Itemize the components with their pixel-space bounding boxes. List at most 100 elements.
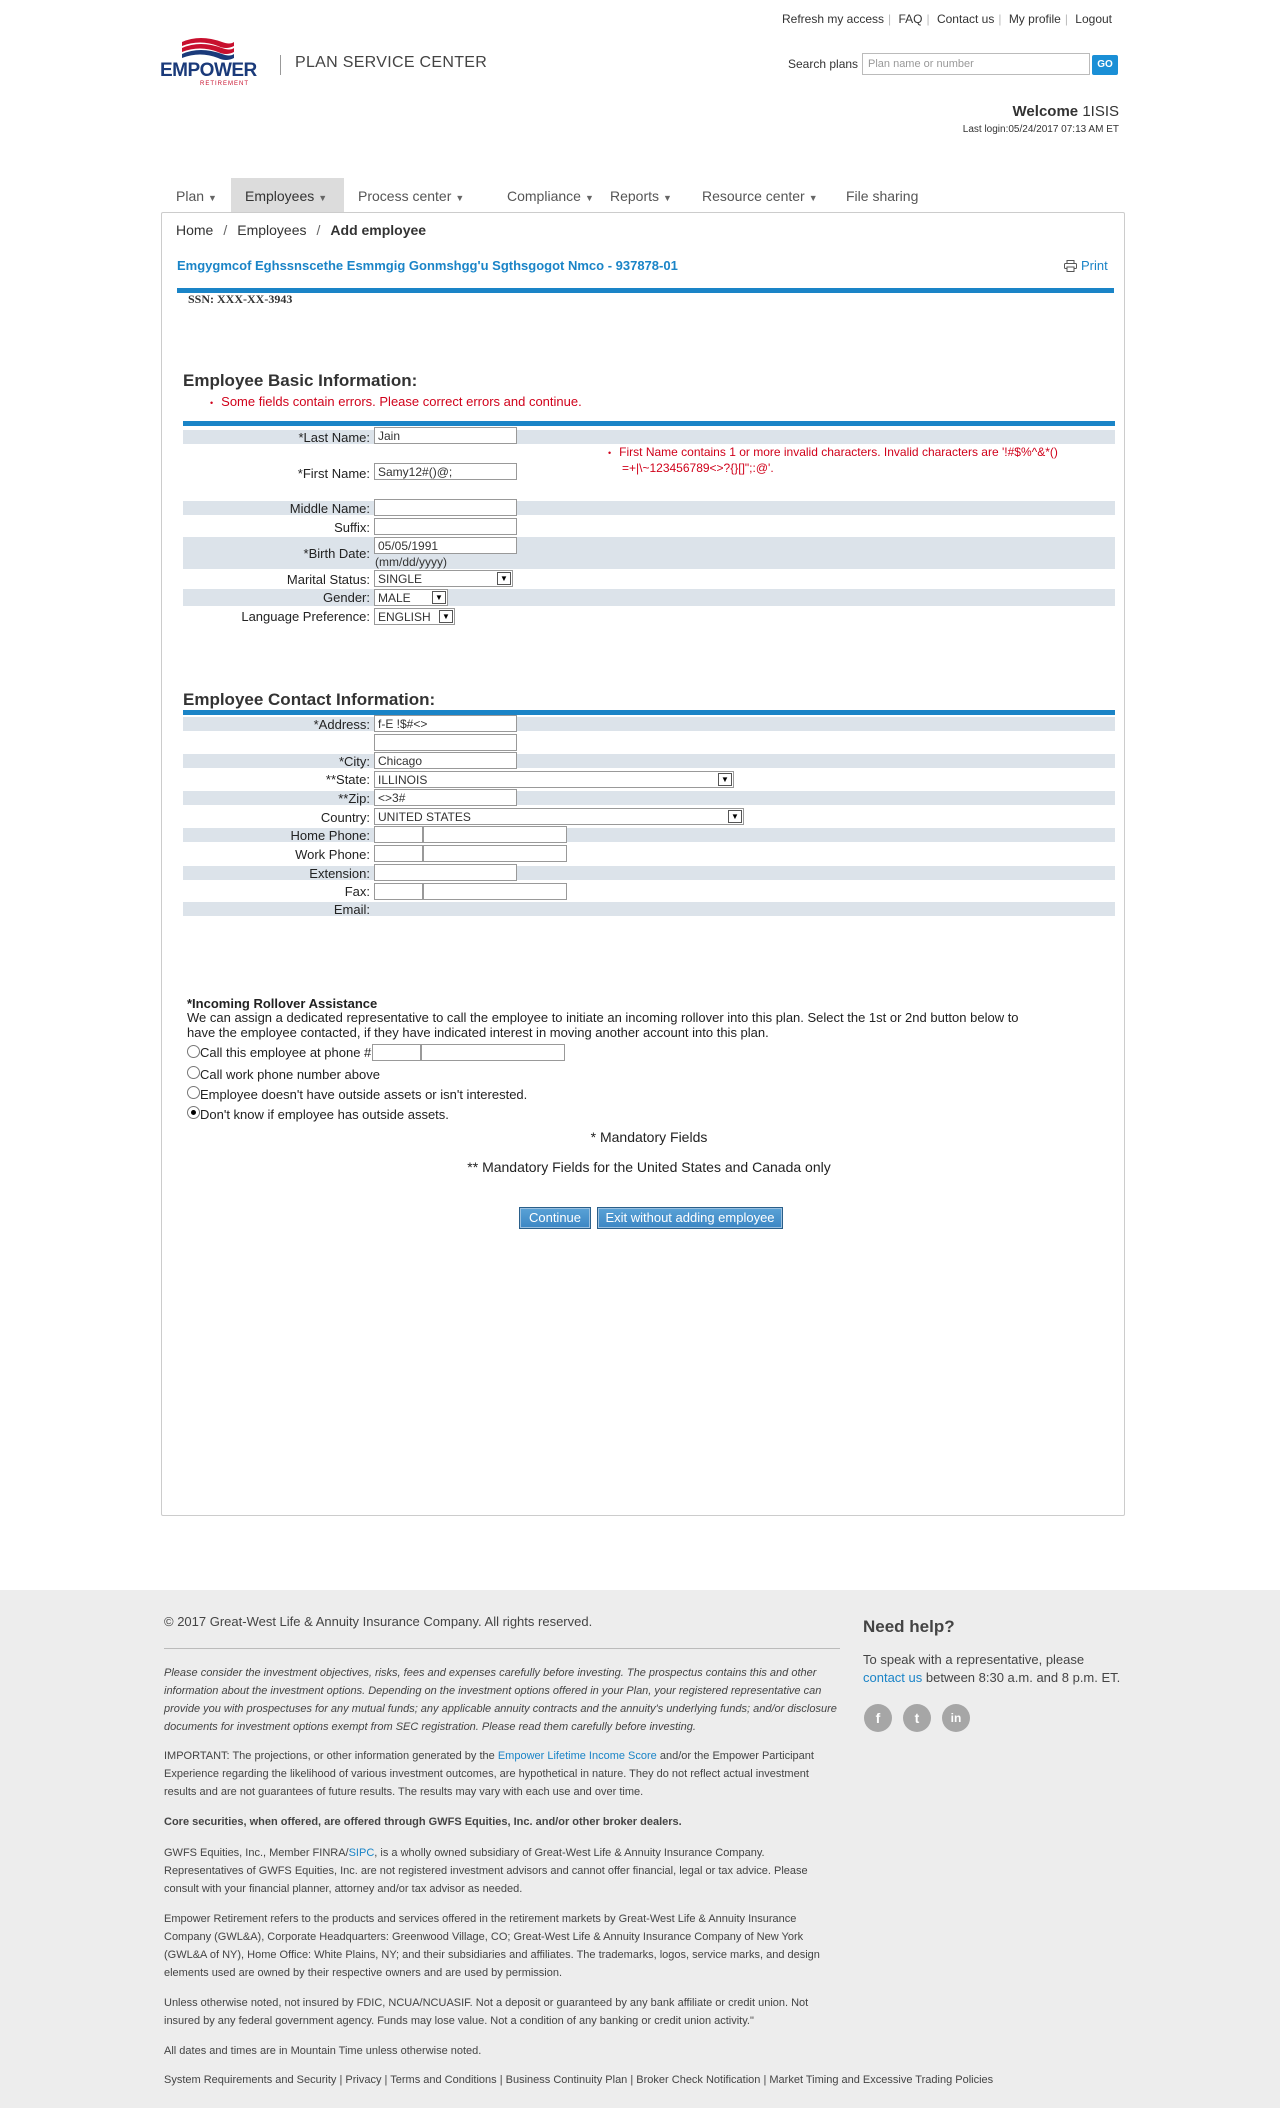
chevron-down-icon: ▼ [497, 572, 511, 585]
title-underline [177, 288, 1114, 293]
zip-input[interactable]: <>3# [374, 789, 517, 806]
fax-number-input[interactable] [423, 883, 567, 900]
nav-reports[interactable]: Reports ▼ [596, 178, 686, 212]
zip-label: **Zip: [338, 791, 370, 806]
error-summary-text: Some fields contain errors. Please corre… [221, 394, 582, 409]
address-line2-input[interactable] [374, 734, 517, 751]
breadcrumb-employees[interactable]: Employees [237, 222, 306, 238]
search-go-button[interactable]: GO [1092, 55, 1118, 75]
caret-down-icon: ▼ [318, 193, 328, 203]
empower-logo[interactable]: EMPOWER RETIREMENT [160, 36, 257, 92]
extension-input[interactable] [374, 864, 517, 881]
basic-info-heading: Employee Basic Information: [183, 371, 418, 390]
marital-status-label: Marital Status: [286, 572, 370, 587]
middle-name-input[interactable] [374, 499, 517, 516]
country-select[interactable]: UNITED STATES ▼ [374, 808, 744, 825]
rollover-description: We can assign a dedicated representative… [187, 1010, 1019, 1040]
nav-resource-center[interactable]: Resource center ▼ [688, 178, 832, 212]
work-phone-area-input[interactable] [374, 845, 423, 862]
suffix-input[interactable] [374, 518, 517, 535]
footer-divider [164, 1648, 840, 1649]
email-label: Email: [333, 902, 370, 917]
rollover-radio-dont-know[interactable] [187, 1106, 200, 1119]
footer-gwfs: GWFS Equities, Inc., Member FINRA/SIPC, … [164, 1847, 808, 1895]
system-requirements-link[interactable]: System Requirements and Security [164, 2074, 336, 2086]
home-phone-number-input[interactable] [423, 826, 567, 843]
print-link[interactable]: Print [1064, 258, 1108, 273]
continue-button[interactable]: Continue [519, 1207, 591, 1229]
rollover-option-dont-know: Don't know if employee has outside asset… [200, 1107, 449, 1122]
country-label: Country: [320, 810, 370, 825]
breadcrumb-current: Add employee [330, 222, 427, 238]
footer-times: All dates and times are in Mountain Time… [164, 2045, 482, 2057]
rollover-phone-number-input[interactable] [421, 1044, 565, 1061]
nav-resource-center-label: Resource center [702, 188, 805, 204]
extension-label: Extension: [309, 866, 370, 881]
language-select[interactable]: ENGLISH ▼ [374, 608, 455, 625]
marital-status-select[interactable]: SINGLE ▼ [374, 570, 513, 587]
gender-select[interactable]: MALE ▼ [374, 589, 448, 606]
logo-wordmark: EMPOWER [160, 60, 257, 81]
chevron-down-icon: ▼ [432, 591, 446, 604]
twitter-icon[interactable]: t [903, 1704, 931, 1732]
footer-important: IMPORTANT: The projections, or other inf… [164, 1750, 814, 1798]
nav-compliance[interactable]: Compliance ▼ [493, 178, 608, 212]
footer-core-securities: Core securities, when offered, are offer… [164, 1816, 682, 1828]
logout-link[interactable]: Logout [1075, 12, 1112, 26]
rollover-radio-call-phone[interactable] [187, 1045, 200, 1058]
breadcrumb: Home / Employees / Add employee [176, 222, 427, 238]
facebook-icon[interactable]: f [864, 1704, 892, 1732]
contact-us-link[interactable]: Contact us [937, 12, 994, 26]
home-phone-area-input[interactable] [374, 826, 423, 843]
rollover-option-no-assets: Employee doesn't have outside assets or … [200, 1087, 528, 1102]
contact-info-divider [183, 710, 1115, 715]
birth-date-input[interactable]: 05/05/1991 [374, 537, 517, 554]
nav-employees[interactable]: Employees ▼ [231, 178, 344, 212]
help-contact-us-link[interactable]: contact us [863, 1670, 922, 1685]
nav-compliance-label: Compliance [507, 188, 581, 204]
error-summary: • Some fields contain errors. Please corr… [210, 394, 582, 409]
rollover-radio-work-phone[interactable] [187, 1066, 200, 1079]
header-divider [280, 55, 281, 75]
refresh-access-link[interactable]: Refresh my access [782, 12, 884, 26]
breadcrumb-home[interactable]: Home [176, 222, 213, 238]
nav-reports-label: Reports [610, 188, 660, 204]
terms-link[interactable]: Terms and Conditions [390, 2074, 496, 2086]
nav-plan[interactable]: Plan ▼ [162, 178, 231, 212]
faq-link[interactable]: FAQ [898, 12, 922, 26]
first-name-input[interactable]: Samy12#()@; [374, 463, 517, 480]
rollover-phone-area-input[interactable] [372, 1044, 421, 1061]
first-name-error-line2: =+|\~123456789<>?{}[]";:@'. [622, 461, 774, 475]
broker-check-link[interactable]: Broker Check Notification [636, 2074, 760, 2086]
city-label: *City: [338, 754, 370, 769]
birth-date-hint: (mm/dd/yyyy) [375, 555, 447, 569]
privacy-link[interactable]: Privacy [345, 2074, 381, 2086]
nav-file-sharing[interactable]: File sharing [832, 178, 932, 212]
language-value: ENGLISH [378, 610, 431, 624]
rollover-heading: *Incoming Rollover Assistance [187, 996, 378, 1011]
search-plans-input[interactable]: Plan name or number [862, 53, 1090, 75]
lifetime-income-score-link[interactable]: Empower Lifetime Income Score [498, 1750, 657, 1762]
address-line1-input[interactable]: f-E !$#<> [374, 715, 517, 732]
linkedin-icon[interactable]: in [942, 1704, 970, 1732]
rollover-radio-no-assets[interactable] [187, 1086, 200, 1099]
welcome-user: 1ISIS [1082, 103, 1119, 120]
state-select[interactable]: ILLINOIS ▼ [374, 771, 734, 788]
city-input[interactable]: Chicago [374, 752, 517, 769]
logo-subtext: RETIREMENT [200, 81, 249, 87]
first-name-error: • First Name contains 1 or more invalid c… [608, 445, 1058, 475]
my-profile-link[interactable]: My profile [1009, 12, 1061, 26]
exit-without-adding-button[interactable]: Exit without adding employee [597, 1207, 783, 1229]
nav-process-center[interactable]: Process center ▼ [344, 178, 478, 212]
business-continuity-link[interactable]: Business Continuity Plan [506, 2074, 628, 2086]
rollover-option-work-phone: Call work phone number above [200, 1067, 380, 1082]
printer-icon [1064, 260, 1077, 272]
last-name-input[interactable]: Jain [374, 427, 517, 444]
fax-area-input[interactable] [374, 883, 423, 900]
work-phone-number-input[interactable] [423, 845, 567, 862]
mandatory-us-note: ** Mandatory Fields for the United State… [467, 1159, 831, 1175]
sipc-link[interactable]: SIPC [349, 1847, 375, 1859]
footer-empower: Empower Retirement refers to the product… [164, 1913, 820, 1979]
footer-disclaimer: Please consider the investment objective… [164, 1667, 837, 1733]
market-timing-link[interactable]: Market Timing and Excessive Trading Poli… [769, 2074, 993, 2086]
